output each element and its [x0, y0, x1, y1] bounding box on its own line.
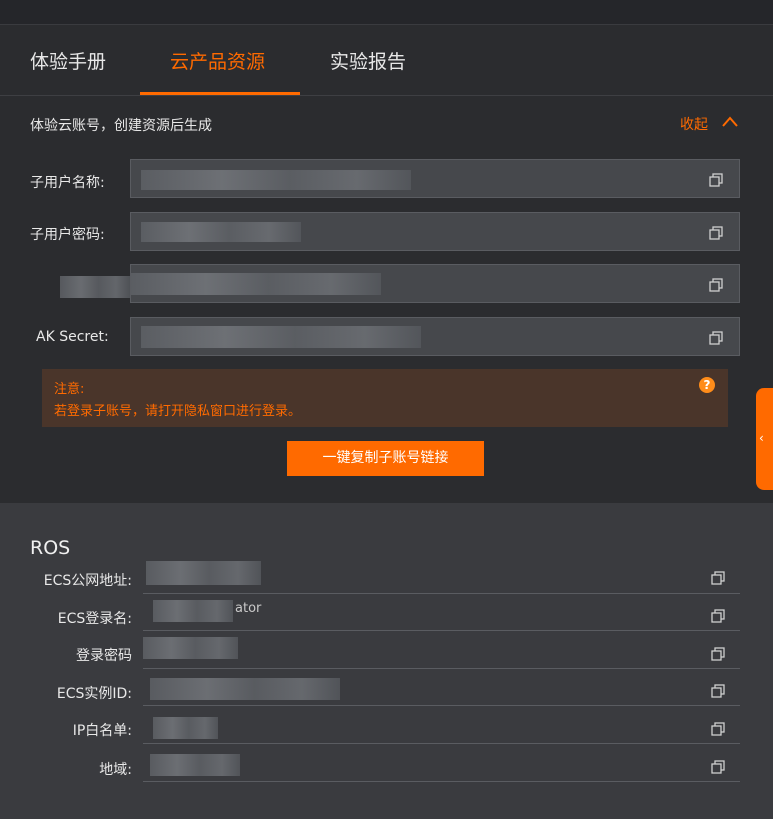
redacted-value	[141, 222, 301, 242]
notice-box: 注意: 若登录子账号，请打开隐私窗口进行登录。 ?	[42, 369, 728, 427]
account-section-title: 体验云账号，创建资源后生成	[30, 118, 212, 134]
ak-secret-field[interactable]	[130, 317, 740, 356]
ip-whitelist-row	[143, 706, 740, 744]
copy-icon[interactable]	[711, 609, 725, 623]
collapse-label: 收起	[680, 117, 708, 133]
redacted-value	[153, 717, 218, 739]
copy-icon[interactable]	[711, 647, 725, 661]
copy-icon[interactable]	[709, 173, 723, 187]
ecs-instance-id-row	[143, 668, 740, 706]
notice-title: 注意:	[54, 382, 85, 397]
redacted-value	[153, 600, 233, 622]
account-section: 体验云账号，创建资源后生成 收起 子用户名称: 子用户密码: AK Secret…	[0, 96, 773, 502]
ecs-login-name-label: ECS登录名:	[57, 611, 132, 627]
redacted-value	[141, 326, 421, 348]
side-panel-toggle[interactable]: ‹	[756, 388, 773, 490]
ak-secret-label: AK Secret:	[36, 329, 109, 345]
copy-icon[interactable]	[709, 331, 723, 345]
ecs-public-ip-row	[143, 556, 740, 594]
login-password-row	[143, 631, 740, 669]
chevron-up-icon	[722, 116, 738, 127]
login-password-label: 登录密码	[76, 648, 132, 664]
ros-title: ROS	[30, 537, 71, 559]
redacted-value	[141, 170, 411, 190]
sub-user-name-label: 子用户名称:	[30, 175, 105, 191]
region-row	[143, 744, 740, 782]
copy-icon[interactable]	[711, 722, 725, 736]
redacted-value	[150, 678, 340, 700]
region-label: 地域:	[99, 762, 132, 778]
tab-experience-manual[interactable]: 体验手册	[30, 47, 106, 74]
copy-icon[interactable]	[709, 278, 723, 292]
ecs-login-name-value: ator	[235, 601, 262, 616]
redacted-value	[143, 637, 238, 659]
redacted-value	[131, 273, 381, 295]
access-key-field[interactable]	[130, 264, 740, 303]
copy-icon[interactable]	[709, 226, 723, 240]
tab-lab-report[interactable]: 实验报告	[330, 47, 406, 74]
ecs-instance-id-label: ECS实例ID:	[56, 686, 132, 702]
ecs-login-name-row: ator	[143, 593, 740, 631]
sub-user-password-field[interactable]	[130, 212, 740, 251]
tab-bar: 体验手册 云产品资源 实验报告	[0, 25, 773, 96]
redacted-label	[60, 276, 130, 298]
chevron-left-icon: ‹	[759, 431, 764, 445]
redacted-value	[150, 754, 240, 776]
top-strip	[0, 0, 773, 25]
redacted-value	[146, 561, 261, 585]
copy-icon[interactable]	[711, 760, 725, 774]
ros-section: ROS ECS公网地址: ECS登录名: ator 登录密码 ECS实例ID: …	[0, 503, 773, 819]
copy-icon[interactable]	[711, 571, 725, 585]
copy-sub-account-link-button[interactable]: 一键复制子账号链接	[287, 441, 484, 476]
copy-icon[interactable]	[711, 684, 725, 698]
sub-user-name-field[interactable]	[130, 159, 740, 198]
ecs-public-ip-label: ECS公网地址:	[43, 573, 132, 589]
help-icon[interactable]: ?	[699, 377, 715, 393]
ip-whitelist-label: IP白名单:	[72, 723, 132, 739]
active-tab-indicator	[140, 92, 300, 95]
tab-cloud-resources[interactable]: 云产品资源	[170, 47, 265, 74]
sub-user-password-label: 子用户密码:	[30, 227, 105, 243]
notice-text: 若登录子账号，请打开隐私窗口进行登录。	[54, 404, 302, 419]
collapse-button[interactable]: 收起	[680, 114, 738, 134]
